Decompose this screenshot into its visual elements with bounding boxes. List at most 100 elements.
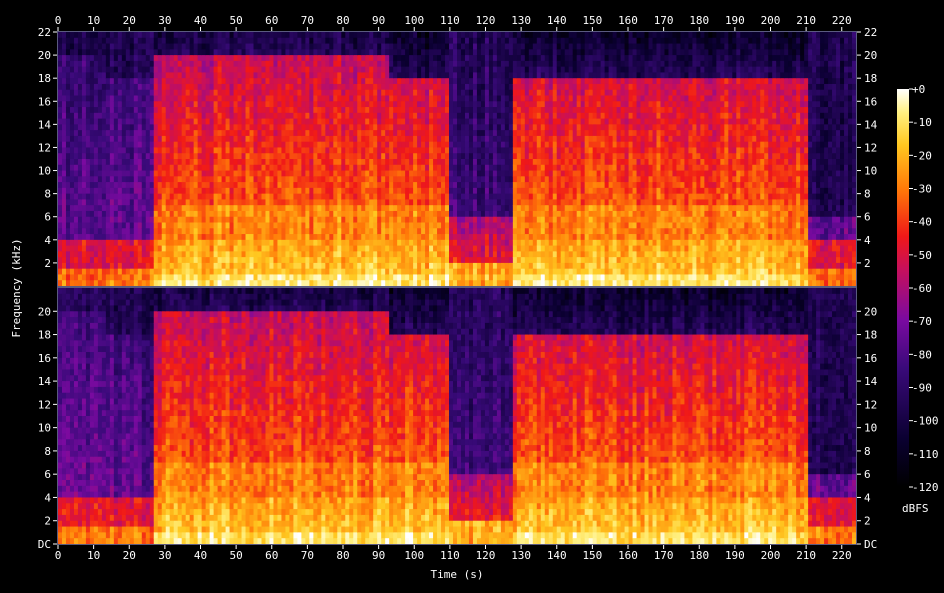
spectrogram-cell (117, 228, 123, 235)
spectrogram-cell (165, 274, 171, 281)
spectrogram-cell (500, 234, 506, 241)
spectrogram-cell (472, 89, 478, 97)
spectrogram-cell (189, 89, 195, 97)
spectrogram-cell (77, 55, 83, 62)
spectrogram-cell (480, 182, 486, 189)
spectrogram-cell (177, 95, 183, 102)
spectrogram-cell (61, 280, 67, 287)
spectrogram-cell (149, 199, 155, 206)
spectrogram-cell (233, 107, 239, 114)
spectrogram-cell (484, 83, 490, 91)
spectrogram-cell (361, 147, 366, 154)
spectrogram-cell (225, 107, 231, 114)
spectrogram-cell (484, 210, 490, 218)
spectrogram-cell (349, 187, 354, 195)
spectrogram-cell (409, 78, 414, 85)
spectrogram-cell (157, 32, 163, 39)
spectrogram-cell (213, 176, 219, 183)
spectrogram-cell (357, 72, 362, 79)
spectrogram-cell (425, 118, 430, 125)
spectrogram-cell (161, 78, 167, 85)
spectrogram-cell (101, 205, 107, 212)
spectrogram-cell (121, 55, 127, 62)
spectrogram-cell (305, 257, 310, 264)
spectrogram-cell (289, 228, 295, 235)
spectrogram-cell (221, 32, 227, 39)
spectrogram-cell (93, 210, 99, 218)
spectrogram-cell (101, 234, 107, 241)
spectrogram-cell (377, 170, 382, 177)
spectrogram-cell (113, 141, 119, 149)
spectrogram-cell (93, 182, 99, 189)
spectrogram-cell (105, 32, 111, 39)
spectrogram-cell (484, 187, 490, 195)
spectrogram-cell (305, 124, 310, 131)
spectrogram-cell (125, 176, 131, 183)
spectrogram-cell (137, 205, 143, 212)
spectrogram-cell (93, 274, 99, 281)
spectrogram-cell (445, 216, 450, 224)
spectrogram-cell (137, 251, 143, 258)
spectrogram-cell (241, 66, 247, 74)
spectrogram-cell (389, 141, 394, 149)
spectrogram-cell (97, 135, 103, 143)
spectrogram-cell (289, 199, 295, 206)
spectrogram-cell (249, 60, 255, 68)
spectrogram-cell (261, 107, 267, 114)
spectrogram-cell (301, 222, 306, 229)
spectrogram-cell (365, 228, 370, 235)
spectrogram-cell (449, 78, 454, 85)
spectrogram-cell (201, 257, 207, 264)
spectrogram-cell (393, 135, 398, 143)
spectrogram-cell (333, 205, 338, 212)
spectrogram-cell (341, 147, 346, 154)
spectrogram-cell (464, 210, 470, 218)
spectrogram-cell (480, 199, 486, 206)
spectrogram-cell (165, 147, 171, 154)
spectrogram-cell (225, 251, 231, 258)
spectrogram-cell (121, 124, 127, 131)
spectrogram-cell (341, 101, 346, 108)
spectrogram-cell (413, 176, 418, 183)
spectrogram-cell (437, 199, 442, 206)
spectrogram-cell (65, 66, 71, 74)
spectrogram-cell (373, 274, 378, 281)
spectrogram-cell (313, 130, 318, 137)
spectrogram-cell (213, 153, 219, 160)
spectrogram-cell (161, 228, 167, 235)
spectrogram-cell (341, 130, 346, 137)
spectrogram-cell (369, 124, 374, 131)
spectrogram-cell (341, 176, 346, 183)
spectrogram-cell (89, 193, 95, 201)
spectrogram-cell (177, 257, 183, 264)
spectrogram-cell (193, 118, 199, 125)
spectrogram-cell (393, 112, 398, 120)
spectrogram-cell (249, 234, 255, 241)
spectrogram-cell (341, 193, 346, 201)
spectrogram-cell (449, 43, 454, 50)
spectrogram-cell (73, 164, 79, 172)
spectrogram-cell (217, 228, 223, 235)
spectrogram-cell (305, 60, 310, 68)
spectrogram-cell (205, 176, 211, 183)
spectrogram-cell (113, 147, 119, 154)
spectrogram-cell (181, 164, 187, 172)
spectrogram-cell (81, 78, 87, 85)
spectrogram-cell (265, 95, 271, 102)
spectrogram-cell (137, 72, 143, 79)
spectrogram-cell (181, 147, 187, 154)
spectrogram-cell (213, 216, 219, 224)
spectrogram-cell (453, 251, 458, 258)
spectrogram-cell (165, 43, 171, 50)
spectrogram-cell (445, 32, 450, 39)
spectrogram-cell (209, 182, 215, 189)
spectrogram-cell (285, 107, 291, 114)
spectrogram-cell (81, 274, 87, 281)
spectrogram-cell (253, 182, 259, 189)
spectrogram-cell (197, 83, 203, 91)
spectrogram-cell (245, 37, 251, 45)
spectrogram-cell (173, 118, 179, 125)
spectrogram-cell (113, 182, 119, 189)
spectrogram-cell (233, 239, 239, 247)
spectrogram-cell (141, 135, 147, 143)
